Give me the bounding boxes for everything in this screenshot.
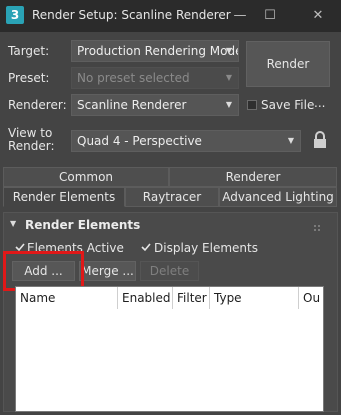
- target-dropdown[interactable]: Production Rendering Mode ▼: [71, 40, 239, 62]
- column-enabled[interactable]: Enabled: [118, 287, 173, 309]
- target-value: Production Rendering Mode: [77, 44, 239, 58]
- lock-icon[interactable]: [313, 131, 327, 149]
- highlight-box: [3, 251, 84, 291]
- rollout-title: Render Elements: [25, 218, 141, 232]
- grip-icon: [313, 221, 321, 231]
- view-value: Quad 4 - Perspective: [77, 134, 202, 148]
- target-label: Target:: [8, 44, 50, 58]
- view-label-line2: Render:: [8, 139, 55, 153]
- checkmark-icon: [141, 243, 151, 252]
- delete-button[interactable]: Delete: [140, 261, 199, 281]
- minimize-button[interactable]: —: [232, 8, 248, 24]
- view-to-render-label: View to Render:: [8, 127, 55, 153]
- save-file-label: Save File: [261, 98, 315, 112]
- maximize-button[interactable]: ☐: [262, 8, 278, 24]
- merge-button[interactable]: Merge ...: [79, 261, 136, 281]
- tab-raytracer[interactable]: Raytracer: [125, 187, 219, 207]
- chevron-down-icon: ▼: [225, 46, 232, 55]
- column-name[interactable]: Name: [16, 287, 118, 309]
- tab-renderer[interactable]: Renderer: [169, 167, 337, 187]
- window-title: Render Setup: Scanline Renderer: [32, 8, 231, 22]
- save-file-checkbox[interactable]: [247, 100, 257, 110]
- elements-active-checkbox[interactable]: [15, 241, 25, 252]
- column-type[interactable]: Type: [210, 287, 299, 309]
- column-filter[interactable]: Filter: [173, 287, 210, 309]
- close-button[interactable]: ✕: [310, 8, 326, 24]
- preset-dropdown[interactable]: No preset selected ▼: [71, 67, 239, 89]
- column-output[interactable]: Ou: [299, 287, 323, 309]
- display-elements-checkbox[interactable]: [141, 241, 151, 252]
- renderer-value: Scanline Renderer: [77, 98, 187, 112]
- preset-label: Preset:: [8, 71, 50, 85]
- renderer-label: Renderer:: [8, 98, 67, 112]
- chevron-down-icon: ▼: [225, 100, 232, 109]
- tab-render-elements[interactable]: Render Elements: [3, 187, 125, 207]
- chevron-down-icon: ▼: [225, 73, 232, 82]
- save-file-browse-button[interactable]: ...: [314, 96, 325, 110]
- tab-advanced-lighting[interactable]: Advanced Lighting: [219, 187, 337, 207]
- chevron-down-icon: ▼: [287, 136, 294, 145]
- view-to-render-dropdown[interactable]: Quad 4 - Perspective ▼: [71, 130, 301, 152]
- render-elements-list[interactable]: Name Enabled Filter Type Ou: [15, 286, 324, 412]
- collapse-triangle-icon[interactable]: ▼: [10, 219, 16, 228]
- renderer-dropdown[interactable]: Scanline Renderer ▼: [71, 94, 239, 116]
- preset-placeholder: No preset selected: [77, 71, 190, 85]
- tab-common[interactable]: Common: [3, 167, 169, 187]
- render-button[interactable]: Render: [246, 41, 330, 87]
- display-elements-label: Display Elements: [154, 241, 258, 255]
- app-icon: 3: [6, 6, 24, 24]
